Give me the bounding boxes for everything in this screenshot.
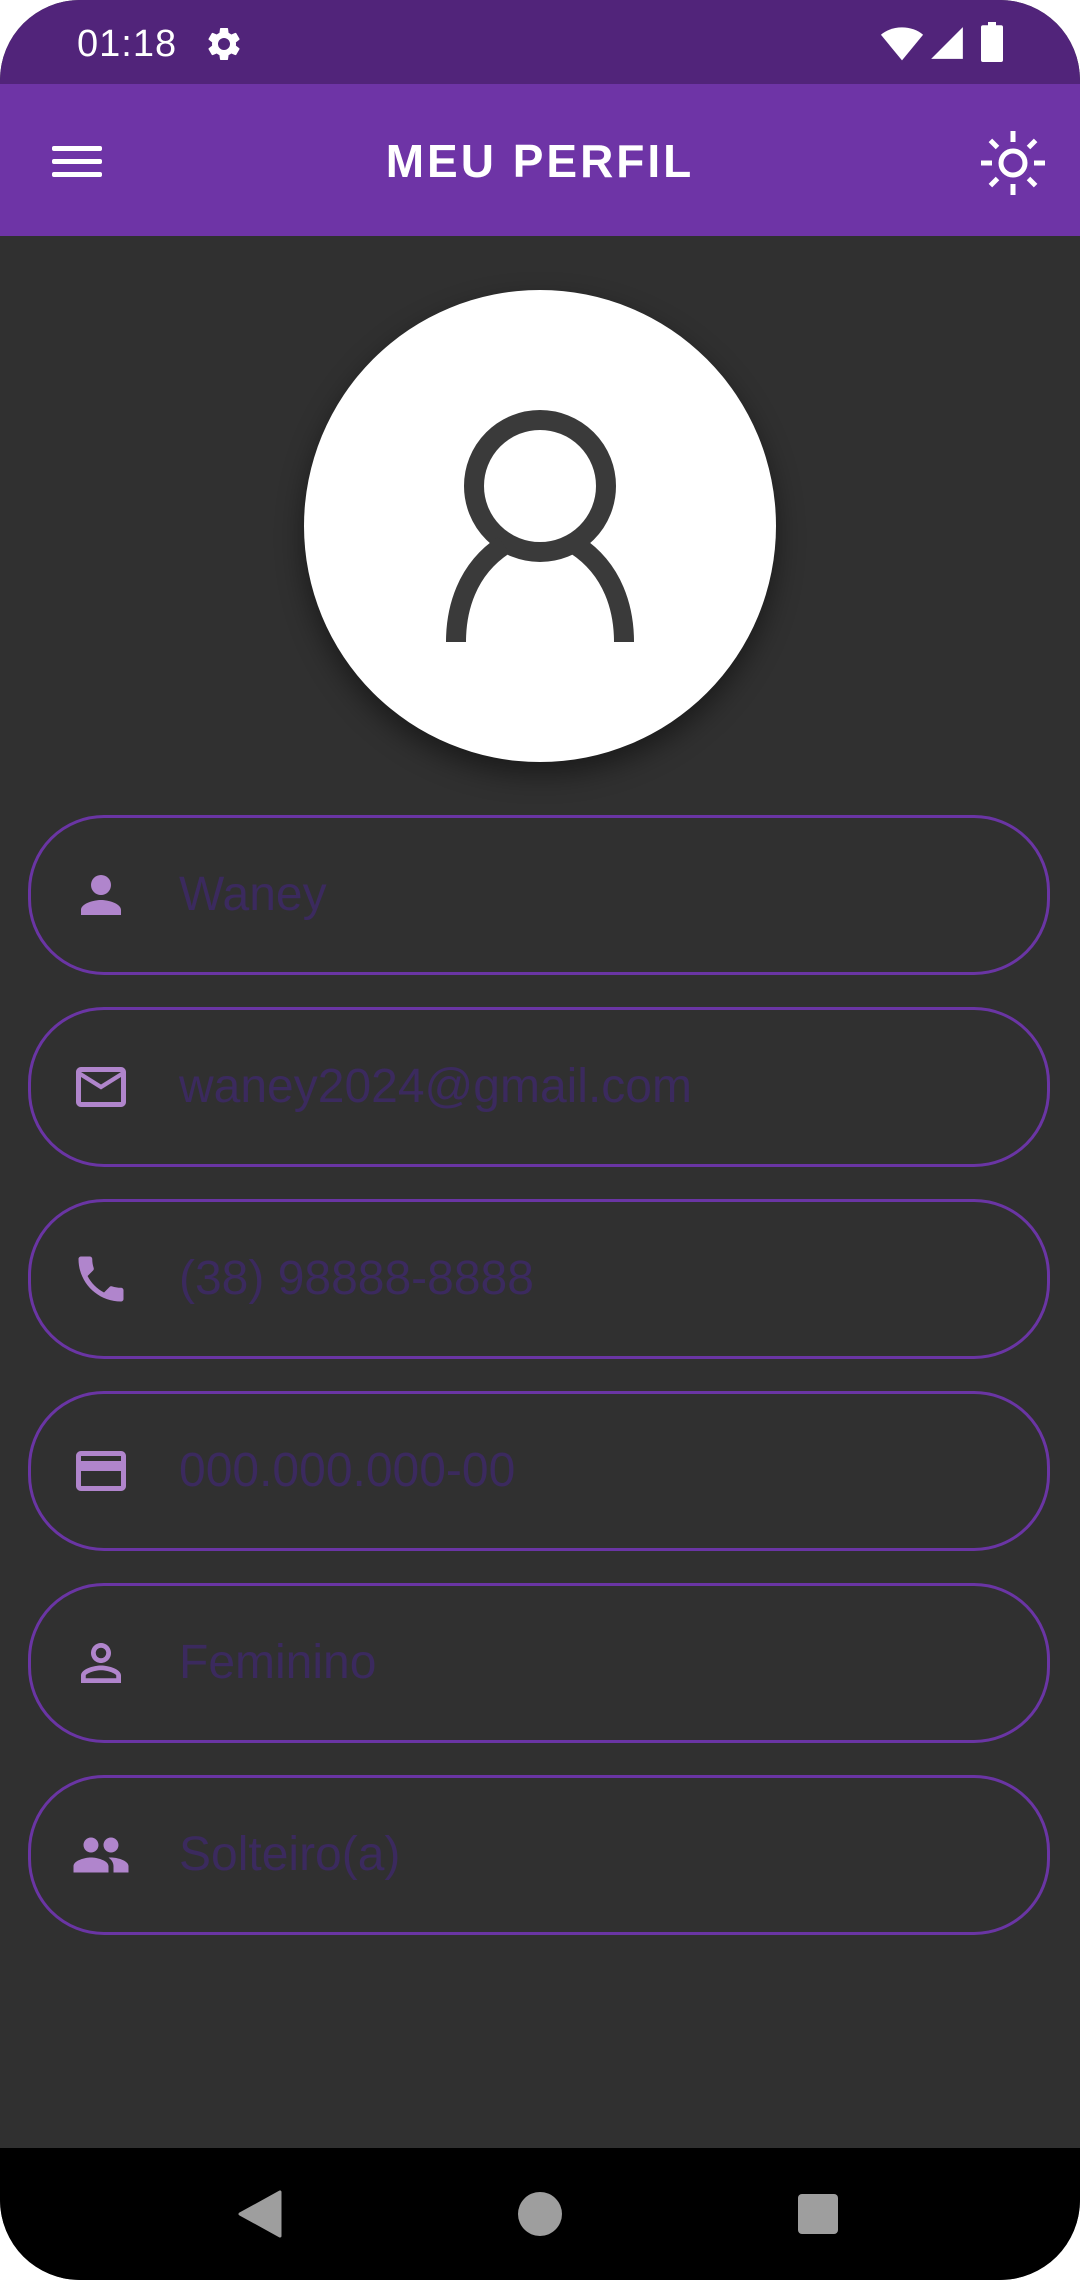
status-time: 01:18 [77,23,178,65]
cpf-value[interactable]: 000.000.000-00 [179,1440,1007,1502]
email-field[interactable]: waney2024@gmail.com [28,1007,1050,1167]
user-outline-icon [446,410,634,642]
name-field[interactable]: Waney [28,815,1050,975]
card-icon [76,1451,126,1491]
mail-icon [76,1067,126,1107]
gender-field[interactable]: Feminino [28,1583,1050,1743]
person-icon [81,875,121,915]
group-icon [73,1837,129,1873]
page-title: MEU PERFIL [385,135,695,187]
battery-icon [981,22,1003,62]
signal-icon [931,27,963,59]
phone-icon [78,1256,124,1302]
status-bar: 01:18 [0,0,1080,84]
marital-status-field[interactable]: Solteiro(a) [28,1775,1050,1935]
back-icon[interactable] [236,2190,282,2238]
phone-field[interactable]: (38) 98888-8888 [28,1199,1050,1359]
phone-value[interactable]: (38) 98888-8888 [179,1248,1007,1310]
marital-status-value[interactable]: Solteiro(a) [179,1824,1007,1886]
name-value[interactable]: Waney [179,864,1007,926]
screen: 01:18 MEU PERFIL Waney waney2024@gmail.c… [0,0,1080,2280]
avatar[interactable] [304,290,776,762]
person-outline-icon [81,1643,121,1683]
menu-icon[interactable] [40,128,114,194]
app-bar: MEU PERFIL [0,84,1080,236]
wifi-icon [880,27,924,61]
home-icon[interactable] [518,2192,562,2236]
cpf-field[interactable]: 000.000.000-00 [28,1391,1050,1551]
email-value[interactable]: waney2024@gmail.com [179,1056,1007,1118]
sun-icon[interactable] [976,126,1050,200]
navigation-bar [0,2148,1080,2280]
gender-value[interactable]: Feminino [179,1632,1007,1694]
recents-icon[interactable] [798,2194,838,2234]
gear-icon [208,27,240,60]
